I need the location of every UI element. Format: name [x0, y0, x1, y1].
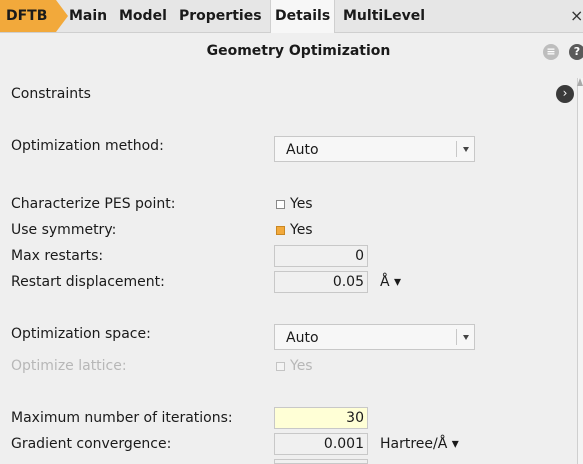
restart-displacement-unit[interactable]: Å ▾: [380, 274, 401, 290]
restart-displacement-label: Restart displacement:: [11, 274, 165, 290]
use-symmetry-checkbox[interactable]: [276, 226, 285, 235]
scroll-up-icon[interactable]: [577, 78, 583, 86]
max-iterations-label: Maximum number of iterations:: [11, 410, 233, 426]
select-divider: [456, 141, 457, 157]
characterize-pes-checkbox[interactable]: [276, 200, 285, 209]
optimization-space-value: Auto: [286, 330, 319, 346]
panel-header: Geometry Optimization ≡ ?: [0, 33, 583, 71]
chevron-down-icon: [463, 147, 469, 152]
characterize-pes-yes[interactable]: Yes: [290, 196, 313, 212]
max-restarts-label: Max restarts:: [11, 248, 104, 264]
gradient-convergence-input[interactable]: 0.001: [274, 433, 368, 455]
help-icon[interactable]: ?: [569, 44, 583, 60]
page-title: Geometry Optimization: [206, 43, 391, 59]
scrollbar[interactable]: [577, 78, 583, 464]
menu-icon[interactable]: ≡: [543, 44, 559, 60]
gradient-convergence-label: Gradient convergence:: [11, 436, 172, 452]
characterize-pes-label: Characterize PES point:: [11, 196, 176, 212]
tab-details[interactable]: Details: [270, 0, 336, 33]
optimize-lattice-yes: Yes: [290, 358, 313, 374]
max-restarts-input[interactable]: 0: [274, 245, 368, 267]
use-symmetry-label: Use symmetry:: [11, 222, 117, 238]
tab-model[interactable]: Model: [119, 0, 167, 32]
restart-displacement-input[interactable]: 0.05: [274, 271, 368, 293]
optimization-method-label: Optimization method:: [11, 138, 164, 154]
tab-main[interactable]: Main: [69, 0, 107, 32]
optimization-method-select[interactable]: Auto: [274, 136, 475, 162]
max-iterations-input[interactable]: 30: [274, 407, 368, 429]
next-field-input[interactable]: [274, 459, 368, 464]
optimize-lattice-checkbox: [276, 362, 285, 371]
tab-dftb[interactable]: DFTB: [0, 0, 68, 32]
tab-properties[interactable]: Properties: [179, 0, 262, 32]
optimize-lattice-label: Optimize lattice:: [11, 358, 127, 374]
select-divider: [456, 329, 457, 345]
gradient-convergence-unit[interactable]: Hartree/Å ▾: [380, 436, 459, 452]
constraints-label[interactable]: Constraints: [11, 86, 91, 102]
tab-bar: DFTB Main Model Properties Details Multi…: [0, 0, 583, 33]
optimization-space-label: Optimization space:: [11, 326, 151, 342]
close-icon[interactable]: ×: [570, 6, 583, 25]
optimization-method-value: Auto: [286, 142, 319, 158]
chevron-down-icon: [463, 335, 469, 340]
tab-multilevel[interactable]: MultiLevel: [343, 0, 425, 32]
optimization-space-select[interactable]: Auto: [274, 324, 475, 350]
chevron-right-icon[interactable]: ›: [556, 85, 574, 103]
use-symmetry-yes[interactable]: Yes: [290, 222, 313, 238]
